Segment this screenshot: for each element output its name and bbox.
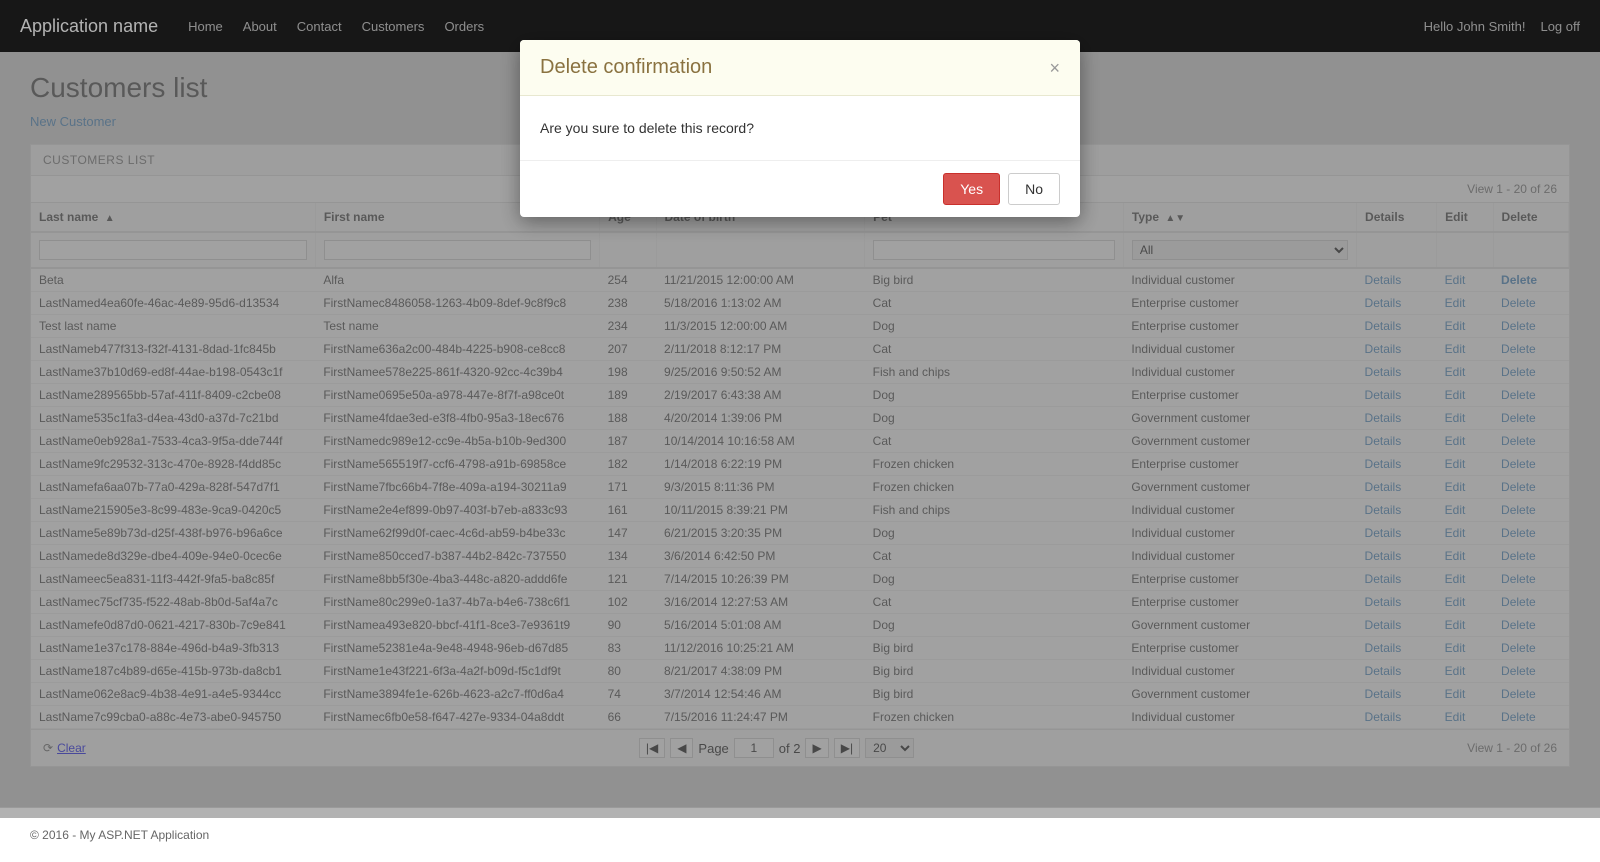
no-button[interactable]: No [1008, 173, 1060, 205]
modal-header: Delete confirmation × [520, 40, 1080, 96]
delete-modal: Delete confirmation × Are you sure to de… [520, 40, 1080, 217]
modal-footer: Yes No [520, 160, 1080, 217]
modal-title: Delete confirmation [540, 56, 712, 79]
modal-body-text: Are you sure to delete this record? [540, 120, 754, 136]
modal-overlay: Delete confirmation × Are you sure to de… [0, 0, 1600, 818]
yes-button[interactable]: Yes [943, 173, 1000, 205]
footer-text: © 2016 - My ASP.NET Application [30, 828, 209, 842]
modal-body: Are you sure to delete this record? [520, 96, 1080, 160]
modal-close-button[interactable]: × [1049, 59, 1060, 77]
